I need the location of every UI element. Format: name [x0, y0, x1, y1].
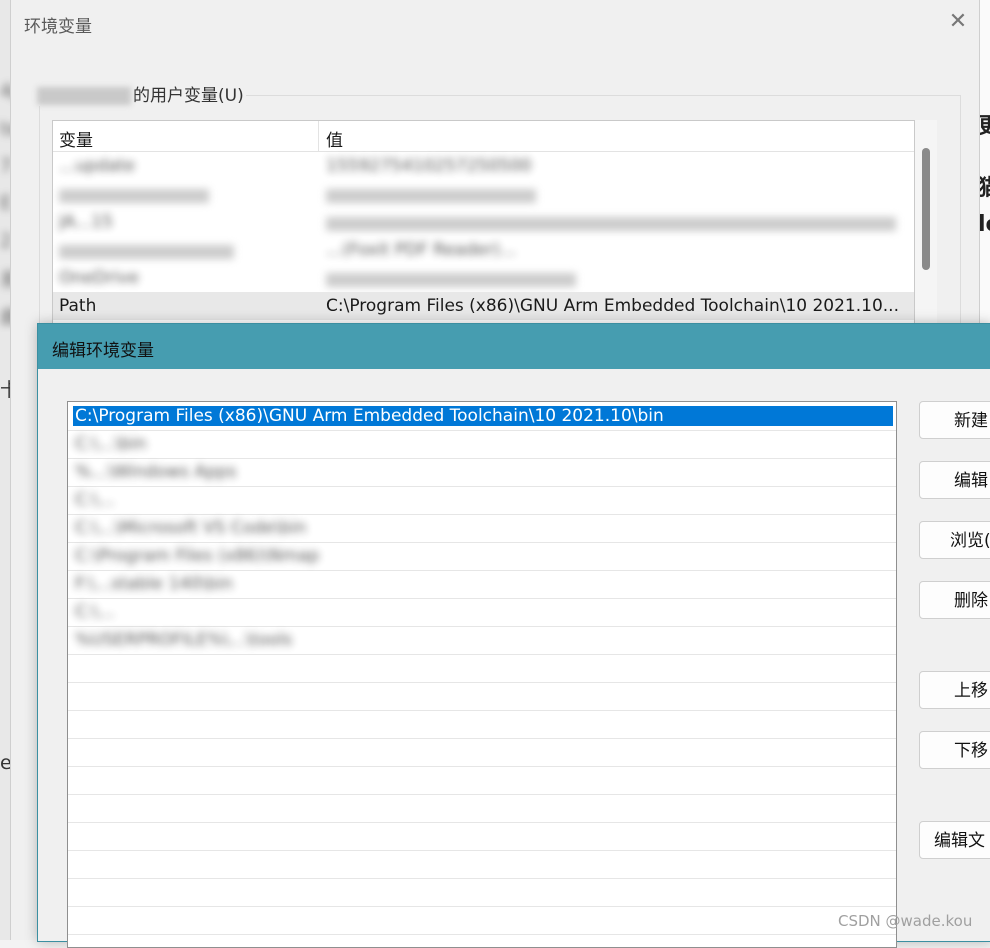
edit-button[interactable]: 编辑 [919, 461, 990, 499]
empty-row[interactable] [68, 654, 896, 683]
dialog-titlebar[interactable]: 编辑环境变量 [38, 324, 990, 369]
variable-name [59, 245, 234, 259]
watermark: CSDN @wade.kou [838, 912, 973, 930]
empty-row[interactable] [68, 738, 896, 767]
path-entry-text: %...\Windows Apps [75, 462, 237, 482]
table-row[interactable]: ...(Foxit PDF Reader)... [53, 236, 914, 264]
variable-name: ...update [59, 156, 136, 176]
list-item[interactable]: C:\...\bin [68, 430, 896, 459]
edit-text-button[interactable]: 编辑文 [919, 821, 990, 859]
list-item[interactable]: C:\Program Files (x86)\GNU Arm Embedded … [68, 402, 896, 431]
group-label-text: 的用户变量(U) [133, 86, 244, 106]
dialog-title: 环境变量 [24, 17, 92, 37]
variable-name [59, 189, 209, 203]
empty-row[interactable] [68, 794, 896, 823]
path-entries-list[interactable]: C:\Program Files (x86)\GNU Arm Embedded … [67, 401, 897, 948]
empty-row[interactable] [68, 822, 896, 851]
empty-row[interactable] [68, 850, 896, 879]
list-item[interactable]: %USERPROFILE%\...\tools [68, 626, 896, 655]
new-button[interactable]: 新建 [919, 401, 990, 439]
table-row[interactable]: ...update 1559275410257250500 [53, 152, 914, 180]
move-up-button[interactable]: 上移 [919, 671, 990, 709]
dialog-title: 编辑环境变量 [52, 341, 154, 361]
list-item[interactable]: F:\...stable 140\bin [68, 570, 896, 599]
table-row[interactable] [53, 180, 914, 208]
column-divider[interactable] [318, 121, 319, 151]
column-header-variable[interactable]: 变量 [59, 126, 93, 151]
variable-value: ...(Foxit PDF Reader)... [326, 240, 517, 260]
list-item[interactable]: C:\Program Files (x86)\Nmap [68, 542, 896, 571]
empty-row[interactable] [68, 878, 896, 907]
path-entry-text: F:\...stable 140\bin [75, 574, 233, 594]
delete-button[interactable]: 删除 [919, 581, 990, 619]
variable-name: Path [59, 296, 97, 316]
variable-value [326, 273, 576, 287]
variable-value: 1559275410257250500 [326, 156, 532, 176]
path-entry-text: C:\...\Microsoft VS Code\bin [75, 518, 307, 538]
list-item[interactable]: C:\...\Microsoft VS Code\bin [68, 514, 896, 543]
user-variables-table[interactable]: 变量 值 ...update 1559275410257250500 JA...… [52, 120, 915, 352]
move-down-button[interactable]: 下移 [919, 731, 990, 769]
table-row[interactable]: JA...15 [53, 208, 914, 236]
table-header: 变量 值 [53, 121, 914, 152]
variable-value [326, 189, 536, 203]
path-entry-text: C:\...\bin [75, 434, 147, 454]
edit-environment-variable-dialog: 编辑环境变量 C:\Program Files (x86)\GNU Arm Em… [37, 323, 990, 948]
variable-name: OneDrive [59, 268, 139, 288]
empty-row[interactable] [68, 710, 896, 739]
path-entry-text: %USERPROFILE%\...\tools [75, 630, 293, 650]
empty-row[interactable] [68, 906, 896, 935]
variable-value [326, 217, 896, 231]
path-entry-text: C:\... [75, 602, 115, 622]
table-scrollbar[interactable] [915, 120, 937, 350]
list-item[interactable]: C:\... [68, 598, 896, 627]
path-entry-text: C:\Program Files (x86)\GNU Arm Embedded … [73, 406, 893, 426]
table-row[interactable]: OneDrive [53, 264, 914, 292]
list-item[interactable]: C:\... [68, 486, 896, 515]
redacted-username [37, 87, 131, 105]
path-entry-text: C:\Program Files (x86)\Nmap [75, 546, 320, 566]
variable-name: JA...15 [59, 212, 113, 232]
browse-button[interactable]: 浏览( [919, 521, 990, 559]
variable-value: C:\Program Files (x86)\GNU Arm Embedded … [326, 296, 899, 316]
column-header-value[interactable]: 值 [326, 126, 343, 151]
close-icon[interactable]: ✕ [943, 8, 973, 36]
user-variables-label: 的用户变量(U) [35, 81, 246, 106]
scrollbar-thumb[interactable] [922, 148, 930, 270]
list-item[interactable]: %...\Windows Apps [68, 458, 896, 487]
empty-row[interactable] [68, 682, 896, 711]
empty-row[interactable] [68, 766, 896, 795]
path-entry-text: C:\... [75, 490, 115, 510]
table-row-path[interactable]: Path C:\Program Files (x86)\GNU Arm Embe… [53, 292, 914, 320]
